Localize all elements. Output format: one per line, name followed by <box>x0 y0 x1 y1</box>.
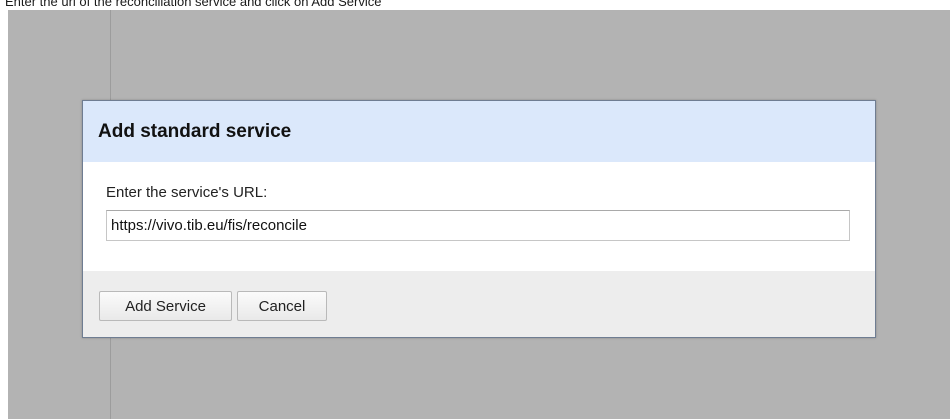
service-url-input[interactable] <box>106 210 850 241</box>
dialog-title: Add standard service <box>98 120 292 142</box>
service-url-label: Enter the service's URL: <box>106 184 268 201</box>
add-standard-service-dialog: Add standard service Enter the service's… <box>82 100 876 338</box>
instruction-caption: Enter the url of the reconciliation serv… <box>5 0 382 9</box>
dialog-footer: Add Service Cancel <box>83 271 875 337</box>
add-service-button[interactable]: Add Service <box>99 291 232 321</box>
dialog-header: Add standard service <box>83 101 875 162</box>
dialog-body: Enter the service's URL: <box>83 162 875 271</box>
cancel-button[interactable]: Cancel <box>237 291 327 321</box>
